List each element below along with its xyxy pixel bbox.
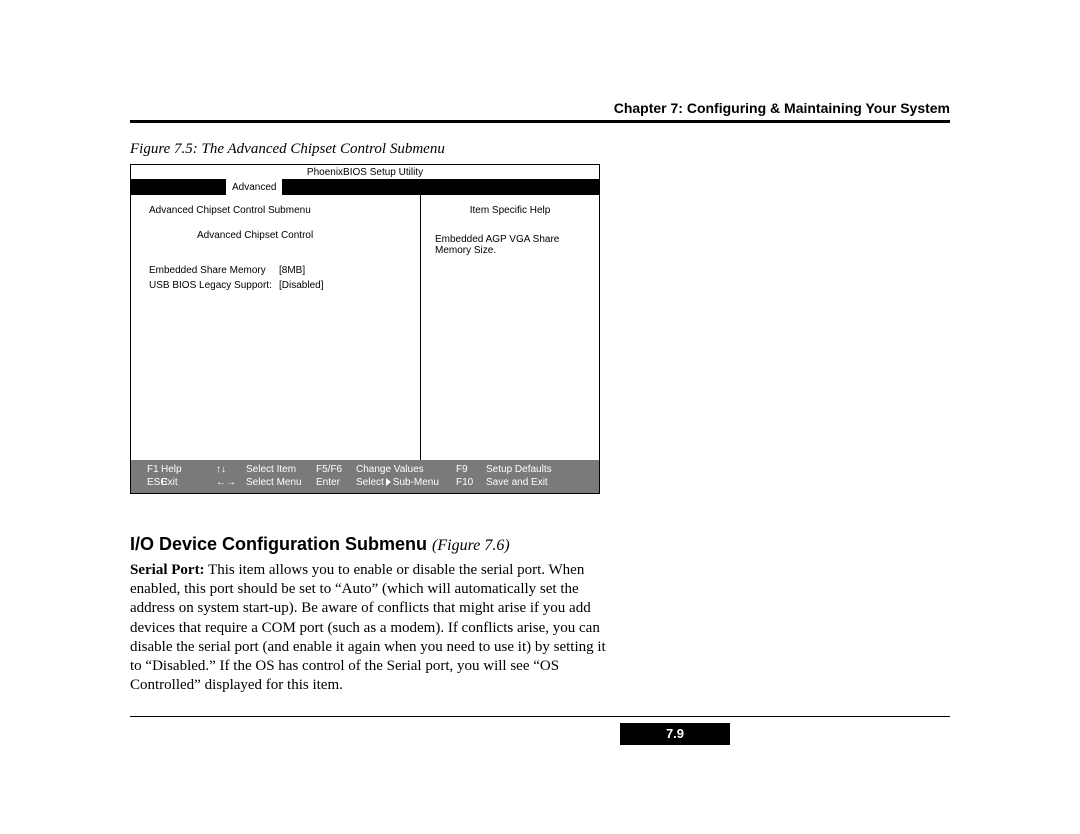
section-body: Serial Port: This item allows you to ena… [130,561,610,695]
section-io-device: I/O Device Configuration Submenu (Figure… [130,534,610,695]
bios-screenshot: PhoenixBIOS Setup Utility Advanced Advan… [130,164,600,494]
bios-setting-value: [Disabled] [279,280,323,291]
bios-key-f1: F1 [131,464,161,475]
bios-label-exit: Exit [161,477,216,488]
section-heading-text: I/O Device Configuration Submenu [130,534,427,554]
section-heading: I/O Device Configuration Submenu (Figure… [130,534,610,555]
bios-help-text: Embedded AGP VGA Share Memory Size. [435,234,585,256]
bios-help-title: Item Specific Help [435,205,585,216]
triangle-right-icon [386,478,391,486]
bios-key-leftright: ←→ [216,477,246,488]
section-figure-ref: (Figure 7.6) [432,537,510,554]
bios-label-save-exit: Save and Exit [486,477,571,488]
bios-setting-label: USB BIOS Legacy Support: [149,280,279,291]
bios-key-f9: F9 [456,464,486,475]
bios-left-panel: Advanced Chipset Control Submenu Advance… [131,195,421,460]
bios-setting-row: Embedded Share Memory [8MB] [149,265,406,276]
figure-caption: Figure 7.5: The Advanced Chipset Control… [130,141,950,158]
bios-label-help: Help [161,464,216,475]
section-body-text: This item allows you to enable or disabl… [130,562,606,693]
bios-key-esc: ESC [131,477,161,488]
bios-label-setup-defaults: Setup Defaults [486,464,571,475]
bios-label-select-item: Select Item [246,464,316,475]
bios-label-select-menu: Select Menu [246,477,316,488]
bios-right-panel: Item Specific Help Embedded AGP VGA Shar… [421,195,599,460]
chapter-header: Chapter 7: Configuring & Maintaining You… [130,100,950,123]
section-lead: Serial Port: [130,562,205,578]
page-number: 7.9 [620,723,730,745]
bios-key-f10: F10 [456,477,486,488]
bios-setting-value: [8MB] [279,265,305,276]
footer-rule [130,716,950,717]
bios-key-enter: Enter [316,477,356,488]
bios-setting-label: Embedded Share Memory [149,265,279,276]
bios-label-change-values: Change Values [356,464,456,475]
bios-key-updown: ↑↓ [216,464,246,475]
bios-setting-row: USB BIOS Legacy Support: [Disabled] [149,280,406,291]
bios-tab-row: Advanced [131,179,599,195]
bios-submenu-subtitle: Advanced Chipset Control [197,230,406,241]
bios-tab-advanced: Advanced [226,179,282,195]
bios-key-f5f6: F5/F6 [316,464,356,475]
bios-label-select-submenu: SelectSub-Menu [356,477,456,488]
bios-submenu-title: Advanced Chipset Control Submenu [149,205,406,216]
bios-footer: F1 Help ↑↓ Select Item F5/F6 Change Valu… [131,460,599,493]
bios-title: PhoenixBIOS Setup Utility [131,165,599,179]
